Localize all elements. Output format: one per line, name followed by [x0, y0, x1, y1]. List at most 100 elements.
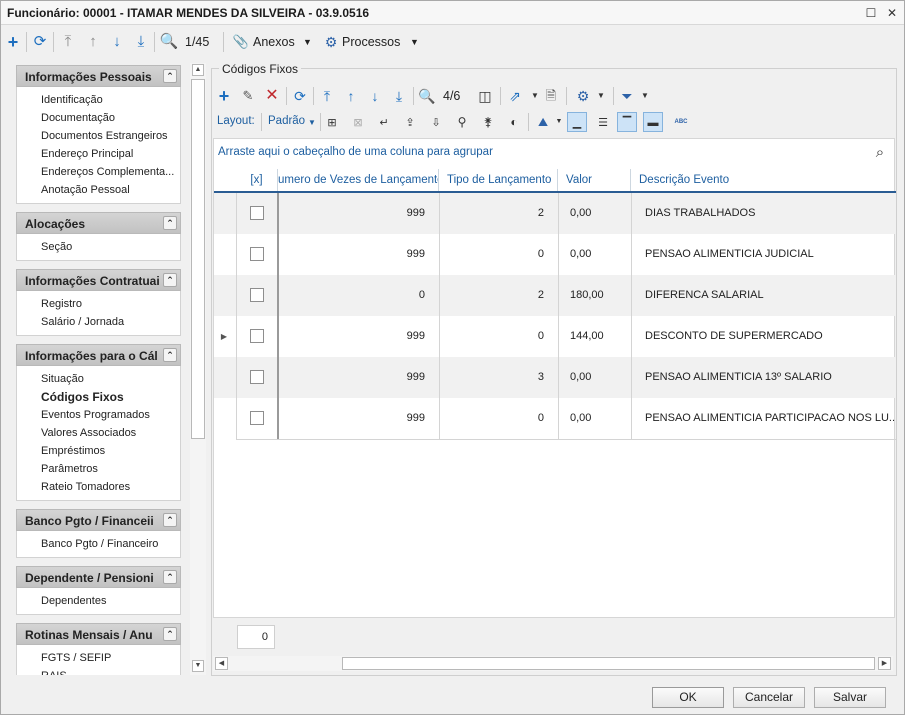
show-footer-icon[interactable]: ▁ — [567, 112, 587, 132]
chevron-down-icon[interactable]: ▼ — [591, 86, 611, 106]
select-all-header[interactable]: [x] — [236, 169, 278, 191]
sidebar-item-registro[interactable]: Registro — [41, 295, 180, 313]
sidebar-item-salario-jornada[interactable]: Salário / Jornada — [41, 313, 180, 331]
collapse-icon[interactable]: ⌃ — [163, 216, 177, 230]
add-icon[interactable]: + — [214, 86, 234, 106]
refresh-icon[interactable]: ⟳ — [290, 86, 310, 106]
collapse-icon[interactable]: ⌃ — [163, 513, 177, 527]
document-icon[interactable]: 🗎 — [541, 86, 561, 106]
export-icon[interactable]: ⇗ — [505, 86, 525, 106]
sidebar-item-fgts-sefip[interactable]: FGTS / SEFIP — [41, 649, 180, 667]
previous-record-icon[interactable]: ↑ — [83, 32, 103, 52]
close-icon[interactable]: ✕ — [884, 5, 900, 21]
table-row[interactable]: 999 2 0,00 DIAS TRABALHADOS — [214, 193, 896, 234]
sidebar-item-valores-associados[interactable]: Valores Associados — [41, 424, 180, 442]
chevron-down-icon[interactable]: ▼ — [303, 37, 312, 47]
show-rows-icon[interactable]: ☰ — [593, 112, 613, 132]
sidebar-group-header[interactable]: Informações Contratuai ⌃ — [16, 269, 181, 291]
sidebar-group-header[interactable]: Alocações ⌃ — [16, 212, 181, 234]
collapse-icon[interactable]: ⌃ — [163, 570, 177, 584]
attachments-button[interactable]: Anexos — [253, 35, 295, 49]
row-checkbox[interactable] — [250, 247, 264, 261]
row-checkbox[interactable] — [250, 329, 264, 343]
next-record-icon[interactable]: ↓ — [107, 32, 127, 52]
remove-layout-icon[interactable]: ⊠ — [348, 112, 368, 132]
sidebar-item-documentacao[interactable]: Documentação — [41, 109, 180, 127]
sidebar-item-eventos-programados[interactable]: Eventos Programados — [41, 406, 180, 424]
table-row[interactable]: 999 0 0,00 PENSAO ALIMENTICIA PARTICIPAC… — [214, 398, 896, 439]
sidebar-group-header[interactable]: Informações Pessoais ⌃ — [16, 65, 181, 87]
columns-icon[interactable]: ◫ — [475, 86, 495, 106]
collapse-icon[interactable]: ⌃ — [163, 69, 177, 83]
sidebar-group-header[interactable]: Banco Pgto / Financeii ⌃ — [16, 509, 181, 531]
pin-icon[interactable]: ⚲ — [452, 112, 472, 132]
chevron-down-icon[interactable]: ▼ — [308, 118, 316, 127]
sidebar-item-secao[interactable]: Seção — [41, 238, 180, 256]
collapse-icon[interactable]: ⌃ — [163, 273, 177, 287]
sidebar-item-identificacao[interactable]: Identificação — [41, 91, 180, 109]
table-row[interactable]: ▶ 999 0 144,00 DESCONTO DE SUPERMERCADO — [214, 316, 896, 357]
download-layout-icon[interactable]: ⇩ — [426, 112, 446, 132]
refresh-icon[interactable]: ⟳ — [30, 32, 50, 52]
sidebar-group-header[interactable]: Dependente / Pensioni ⌃ — [16, 566, 181, 588]
unpin-icon[interactable]: ⚵ — [478, 112, 498, 132]
processes-button[interactable]: Processos — [342, 35, 400, 49]
table-row[interactable]: 999 3 0,00 PENSAO ALIMENTICIA 13º SALARI… — [214, 357, 896, 398]
last-record-icon[interactable]: ⤓ — [389, 86, 409, 106]
cancel-button[interactable]: Cancelar — [733, 687, 805, 708]
row-checkbox[interactable] — [250, 411, 264, 425]
scrollbar-thumb[interactable] — [191, 79, 205, 439]
next-record-icon[interactable]: ↓ — [365, 86, 385, 106]
sidebar-item-rais[interactable]: RAIS — [41, 667, 180, 675]
sidebar-item-situacao[interactable]: Situação — [41, 370, 180, 388]
grid-horizontal-scrollbar[interactable]: ◀ ▶ — [213, 656, 893, 671]
save-button[interactable]: Salvar — [814, 687, 886, 708]
column-header-count[interactable]: umero de Vezes de Lançamento — [278, 169, 439, 191]
chevron-down-icon[interactable]: ▼ — [549, 112, 569, 132]
search-icon[interactable]: ⌕ — [870, 143, 890, 163]
chevron-down-icon[interactable]: ▼ — [635, 86, 655, 106]
sidebar-group-header[interactable]: Informações para o Cál ⌃ — [16, 344, 181, 366]
sidebar-item-codigos-fixos[interactable]: Códigos Fixos — [41, 388, 180, 406]
sidebar-item-dependentes[interactable]: Dependentes — [41, 592, 180, 610]
chevron-down-icon[interactable]: ▼ — [410, 37, 419, 47]
table-row[interactable]: 0 2 180,00 DIFERENCA SALARIAL — [214, 275, 896, 316]
sidebar-item-rateio-tomadores[interactable]: Rateio Tomadores — [41, 478, 180, 496]
previous-record-icon[interactable]: ↑ — [341, 86, 361, 106]
first-record-icon[interactable]: ⤒ — [317, 86, 337, 106]
ok-button[interactable]: OK — [652, 687, 724, 708]
edit-icon[interactable]: ✎ — [238, 86, 258, 106]
column-header-description[interactable]: Descrição Evento — [631, 169, 896, 191]
upload-layout-icon[interactable]: ⇪ — [400, 112, 420, 132]
last-record-icon[interactable]: ⤓ — [131, 32, 151, 52]
search-icon[interactable]: 🔍 — [159, 32, 179, 52]
scroll-down-icon[interactable]: ▼ — [192, 660, 204, 672]
sidebar-item-parametros[interactable]: Parâmetros — [41, 460, 180, 478]
table-row[interactable]: 999 0 0,00 PENSAO ALIMENTICIA JUDICIAL — [214, 234, 896, 275]
spellcheck-icon[interactable]: ABC — [671, 112, 691, 132]
sidebar-item-emprestimos[interactable]: Empréstimos — [41, 442, 180, 460]
maximize-icon[interactable]: ☐ — [863, 5, 879, 21]
sidebar-item-enderecos-complementares[interactable]: Endereços Complementa... — [41, 163, 180, 181]
color-fill-icon[interactable]: ◐ — [504, 112, 524, 132]
sidebar-item-documentos-estrangeiros[interactable]: Documentos Estrangeiros — [41, 127, 180, 145]
sidebar-group-header[interactable]: Rotinas Mensais / Anu ⌃ — [16, 623, 181, 645]
scroll-left-icon[interactable]: ◀ — [215, 657, 228, 670]
add-layout-icon[interactable]: ⊞ — [322, 112, 342, 132]
row-checkbox[interactable] — [250, 370, 264, 384]
scroll-up-icon[interactable]: ▲ — [192, 64, 204, 76]
collapse-icon[interactable]: ⌃ — [163, 627, 177, 641]
layout-select[interactable]: Padrão — [268, 115, 305, 127]
row-checkbox[interactable] — [250, 288, 264, 302]
scrollbar-thumb[interactable] — [342, 657, 875, 670]
add-icon[interactable]: + — [3, 32, 23, 52]
sidebar-item-banco-pgto[interactable]: Banco Pgto / Financeiro — [41, 535, 180, 553]
column-header-type[interactable]: Tipo de Lançamento — [439, 169, 558, 191]
row-checkbox[interactable] — [250, 206, 264, 220]
sidebar-item-anotacao-pessoal[interactable]: Anotação Pessoal — [41, 181, 180, 199]
sidebar-scrollbar[interactable]: ▲ ▼ — [190, 63, 206, 675]
delete-icon[interactable]: ✕ — [262, 86, 282, 106]
column-header-value[interactable]: Valor — [558, 169, 631, 191]
show-group-panel-icon[interactable]: ▬ — [643, 112, 663, 132]
sidebar-item-endereco-principal[interactable]: Endereço Principal — [41, 145, 180, 163]
